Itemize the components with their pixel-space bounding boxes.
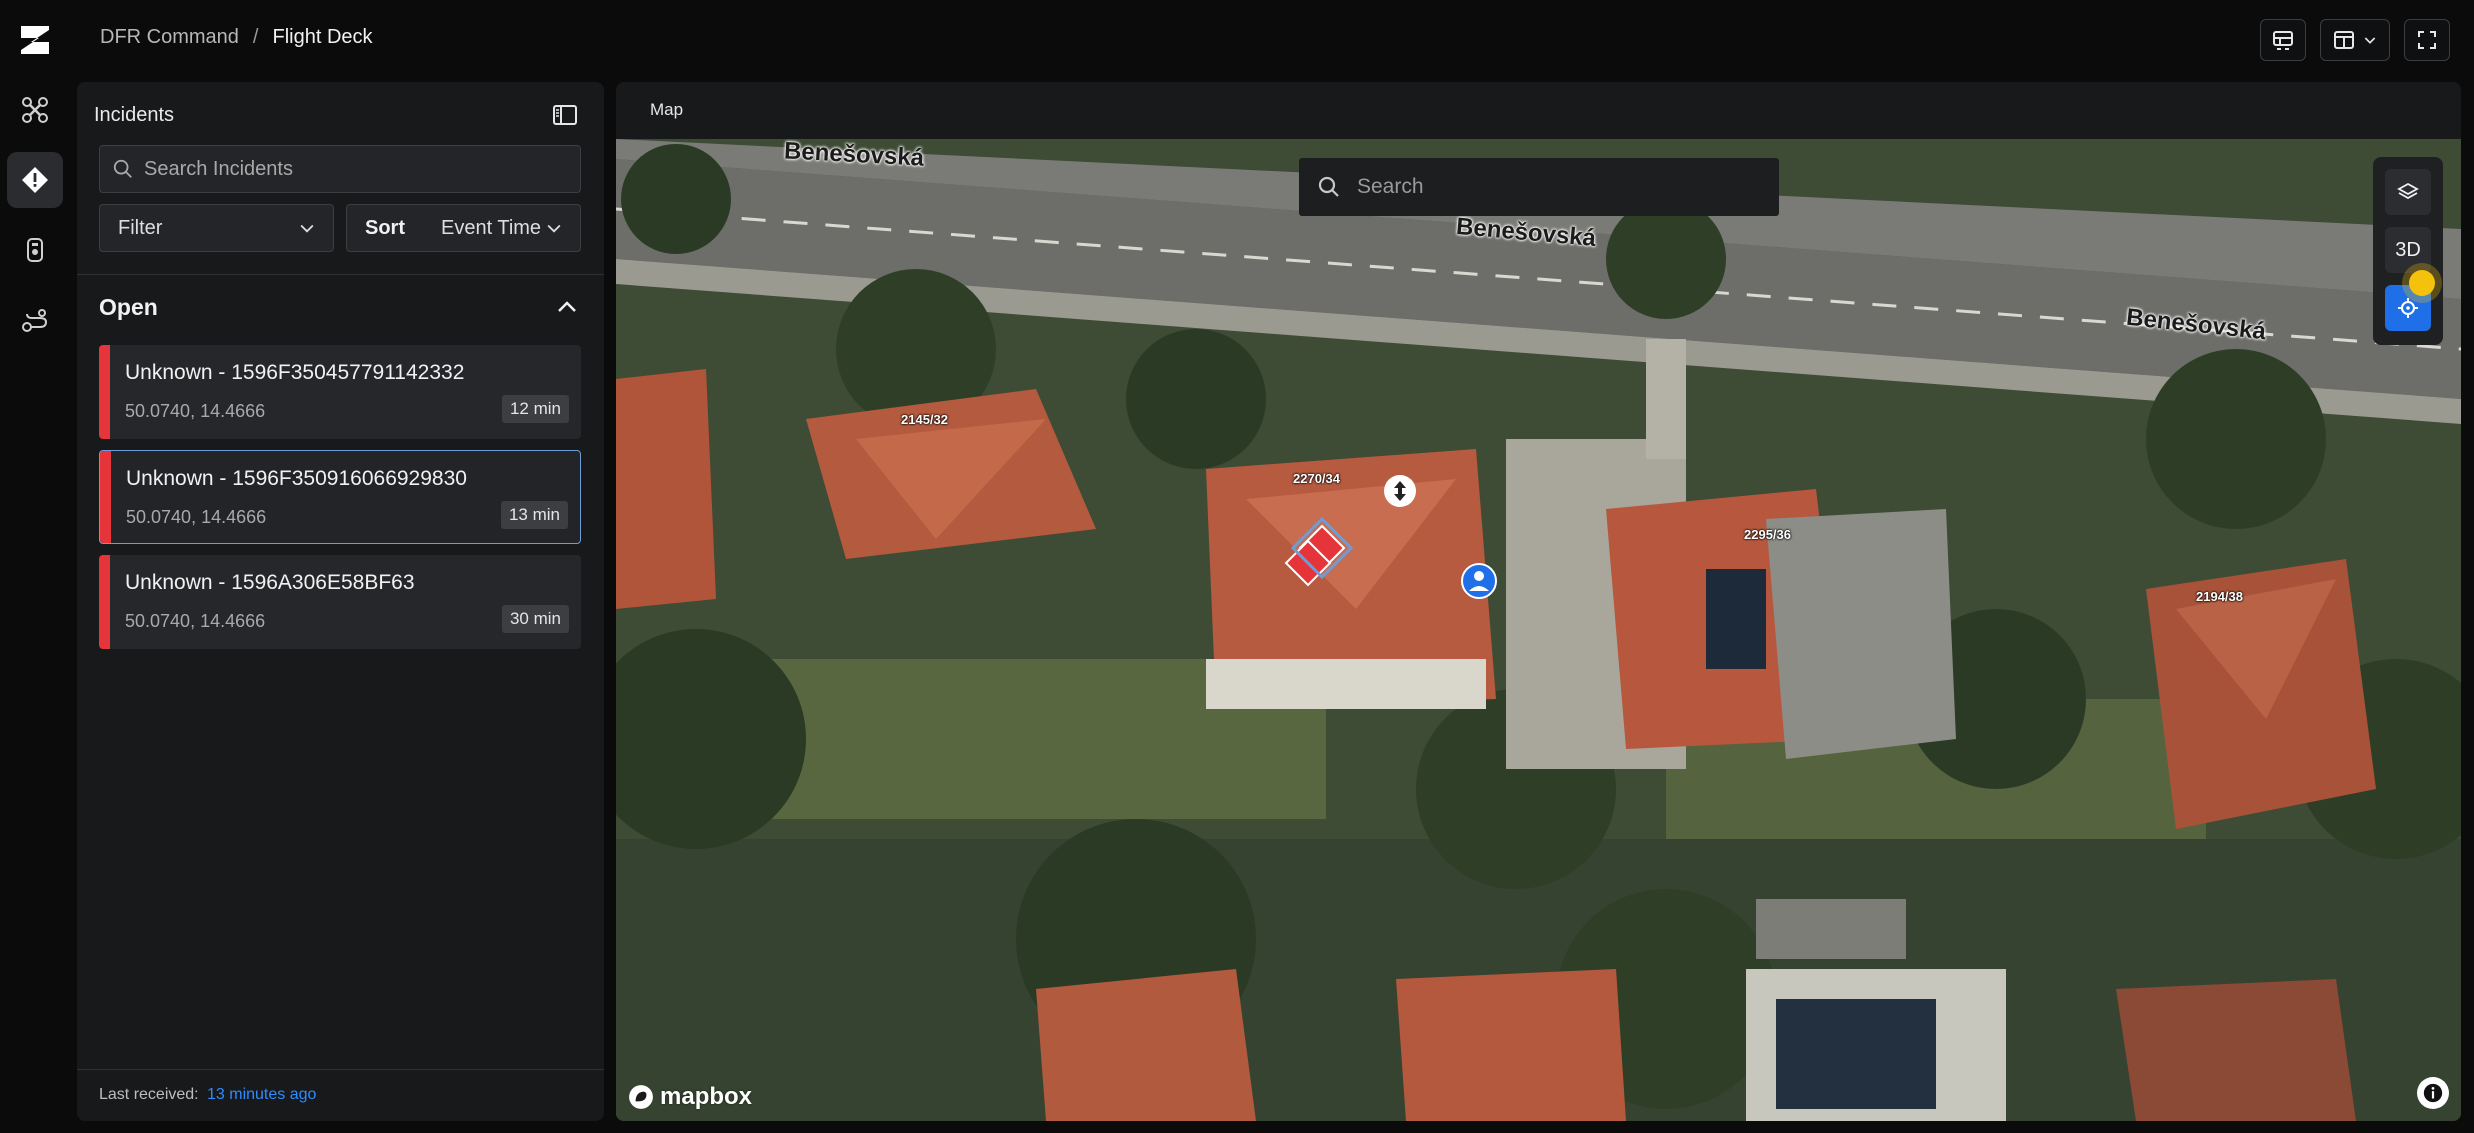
priority-bar	[100, 451, 111, 543]
radio-icon	[27, 238, 43, 262]
map-canvas[interactable]: Benešovská Benešovská Benešovská 2145/32…	[616, 139, 2461, 1121]
dashboard-layout-icon	[2273, 31, 2293, 50]
chevron-down-icon	[300, 224, 314, 233]
mapbox-logo: mapbox	[628, 1083, 752, 1111]
breadcrumb-dfr-command[interactable]: DFR Command	[100, 26, 239, 49]
info-icon	[2423, 1083, 2443, 1103]
incident-list-item-selected[interactable]: Unknown - 1596F350916066929830 50.0740, …	[99, 450, 581, 544]
brand-logo-icon[interactable]	[17, 22, 53, 58]
split-view-icon	[2334, 31, 2354, 49]
drone-icon	[22, 97, 48, 123]
parcel-label: 2194/38	[2196, 589, 2243, 604]
filter-dropdown[interactable]: Filter	[99, 204, 334, 252]
panel-footer: Last received: 13 minutes ago	[77, 1069, 604, 1121]
parcel-label: 2295/36	[1744, 527, 1791, 542]
divider	[77, 274, 604, 275]
section-title-open[interactable]: Open	[99, 294, 158, 321]
incident-title: Unknown - 1596A306E58BF63	[125, 571, 415, 594]
incident-title: Unknown - 1596F350457791142332	[125, 361, 465, 384]
parcel-label: 2145/32	[901, 412, 948, 427]
filter-label: Filter	[118, 216, 163, 239]
priority-bar	[99, 345, 110, 439]
chevron-up-icon[interactable]	[552, 292, 582, 322]
layers-button[interactable]	[2385, 169, 2431, 215]
fullscreen-icon	[2418, 31, 2436, 49]
rail-item-routes[interactable]	[7, 292, 63, 348]
incident-age-badge: 13 min	[500, 501, 568, 529]
incident-coords: 50.0740, 14.4666	[125, 611, 266, 631]
last-received-label: Last received:	[99, 1086, 199, 1103]
attribution-button[interactable]	[2417, 1077, 2449, 1109]
panel-title: Incidents	[94, 104, 175, 126]
incident-list-item[interactable]: Unknown - 1596F350457791142332 50.0740, …	[99, 345, 581, 439]
breadcrumb: DFR Command / Flight Deck	[100, 26, 373, 49]
map-controls: 3D	[2373, 157, 2443, 345]
incident-search[interactable]	[99, 145, 581, 193]
incident-icon	[22, 167, 48, 193]
search-icon	[113, 159, 132, 178]
satellite-imagery	[616, 139, 2461, 1121]
crosshair-icon	[2398, 298, 2418, 318]
mapbox-wordmark: mapbox	[660, 1083, 753, 1110]
mapbox-icon	[629, 1085, 653, 1109]
top-bar: DFR Command / Flight Deck	[70, 0, 2474, 80]
breadcrumb-separator: /	[252, 26, 259, 48]
search-icon	[1318, 176, 1339, 197]
left-rail	[0, 0, 70, 1133]
incident-coords: 50.0740, 14.4666	[125, 401, 266, 421]
map-search[interactable]	[1299, 158, 1779, 216]
incidents-panel: Incidents Filter Sort Event Time Open Un…	[77, 82, 604, 1121]
priority-bar	[99, 555, 110, 649]
sort-dropdown[interactable]: Sort Event Time	[346, 204, 581, 252]
sort-value: Event Time	[441, 216, 542, 239]
map-panel: Map Benešovská Benešovská Benešovská 214…	[616, 82, 2461, 1121]
route-icon	[22, 309, 48, 332]
cursor-indicator	[2409, 270, 2435, 296]
sort-label: Sort	[365, 216, 405, 239]
incident-coords: 50.0740, 14.4666	[126, 507, 267, 527]
last-received-value: 13 minutes ago	[207, 1086, 317, 1103]
3d-toggle-button[interactable]: 3D	[2385, 227, 2431, 273]
tab-map[interactable]: Map	[650, 100, 683, 120]
breadcrumb-flight-deck: Flight Deck	[272, 26, 373, 48]
parcel-label: 2270/34	[1293, 471, 1340, 486]
incident-search-input[interactable]	[144, 157, 564, 181]
fullscreen-button[interactable]	[2404, 19, 2450, 61]
rail-item-incidents[interactable]	[7, 152, 63, 208]
sidebar-collapse-icon[interactable]	[550, 100, 580, 130]
chevron-down-icon	[547, 224, 561, 233]
incident-age-badge: 30 min	[501, 605, 569, 633]
map-search-input[interactable]	[1357, 175, 1737, 199]
rail-item-drones[interactable]	[7, 82, 63, 138]
chevron-down-icon	[2364, 37, 2376, 44]
incident-age-badge: 12 min	[501, 395, 569, 423]
rail-item-radio[interactable]	[7, 222, 63, 278]
dashboard-layout-button[interactable]	[2260, 19, 2306, 61]
incident-list-item[interactable]: Unknown - 1596A306E58BF63 50.0740, 14.46…	[99, 555, 581, 649]
split-view-button[interactable]	[2320, 19, 2390, 61]
layers-icon	[2397, 182, 2419, 200]
top-actions	[2260, 19, 2450, 61]
incident-title: Unknown - 1596F350916066929830	[126, 467, 467, 490]
